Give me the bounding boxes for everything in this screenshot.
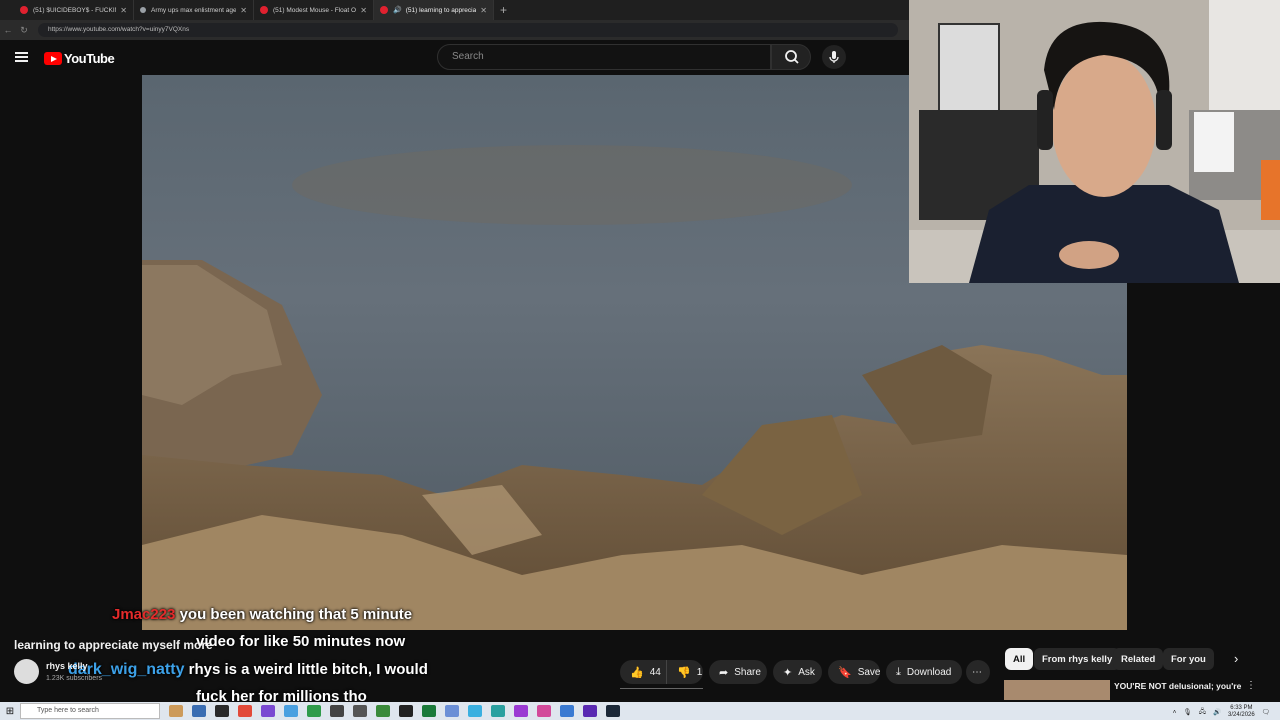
- close-tab-icon[interactable]: ✕: [240, 6, 247, 15]
- youtube-favicon-icon: [380, 6, 388, 14]
- taskbar-app-icon[interactable]: [238, 705, 252, 717]
- close-tab-icon[interactable]: ✕: [120, 6, 127, 15]
- search-button[interactable]: [771, 44, 811, 70]
- browser-tab-active[interactable]: 🔊(51) learning to appreciate m✕: [374, 0, 494, 20]
- new-tab-icon[interactable]: +: [500, 3, 507, 17]
- like-icon: 👍: [630, 666, 644, 679]
- video-title: learning to appreciate myself more: [14, 638, 213, 652]
- browser-tab[interactable]: (51) Modest Mouse - Float On (Of✕: [254, 0, 374, 20]
- taskbar-app-icon[interactable]: [169, 705, 183, 717]
- chat-message-continued: video for like 50 minutes now: [196, 633, 406, 650]
- taskbar-app-icon[interactable]: [560, 705, 574, 717]
- address-bar-row: ← ↻ https://www.youtube.com/watch?v=uiny…: [0, 20, 910, 40]
- clock[interactable]: 6:33 PM 3/24/2026: [1228, 705, 1255, 719]
- chevron-right-icon[interactable]: ›: [1234, 651, 1238, 666]
- channel-name[interactable]: rhys kelly: [46, 661, 88, 671]
- download-icon: ⤓: [896, 665, 901, 678]
- ask-icon: ✦: [783, 666, 793, 679]
- taskbar-app-icon[interactable]: [376, 705, 390, 717]
- share-icon: ➦: [719, 666, 729, 679]
- taskbar-app-icon[interactable]: [307, 705, 321, 717]
- page-favicon-icon: [140, 7, 146, 13]
- browser-tab-strip: (51) $UICIDEBOY$ - FUCKING YOU✕ Army ups…: [0, 0, 910, 20]
- webcam-overlay: [909, 0, 1280, 283]
- like-ratio-bar: [620, 688, 703, 689]
- taskbar-app-icon[interactable]: [215, 705, 229, 717]
- taskbar-app-icon[interactable]: [422, 705, 436, 717]
- youtube-logo[interactable]: YouTube: [44, 51, 115, 66]
- like-button[interactable]: 👍 44: [620, 660, 666, 684]
- search-input[interactable]: Search: [437, 44, 771, 70]
- youtube-logo-icon: [44, 52, 62, 65]
- speaker-icon: 🔊: [393, 7, 402, 14]
- download-button[interactable]: ⤓ Download: [886, 660, 962, 684]
- search-icon: [785, 50, 799, 64]
- taskbar-app-icon[interactable]: [284, 705, 298, 717]
- taskbar-app-icon[interactable]: [192, 705, 206, 717]
- windows-taskbar: ⊞ Type here to search ˄ 🎙 🖧 🔊 6:33 PM 3/…: [0, 702, 1280, 720]
- taskbar-app-icon[interactable]: [353, 705, 367, 717]
- dislike-icon: 👎: [677, 666, 691, 679]
- notification-icon[interactable]: 🗨: [1262, 708, 1270, 716]
- taskbar-app-icon[interactable]: [537, 705, 551, 717]
- chip-for-you[interactable]: For you: [1163, 648, 1214, 670]
- dislike-button[interactable]: 👎 1: [666, 660, 703, 684]
- microphone-icon[interactable]: 🎙: [1183, 708, 1191, 716]
- reload-icon[interactable]: ↻: [16, 25, 32, 36]
- close-tab-icon[interactable]: ✕: [480, 6, 487, 15]
- subscriber-count: 1.23K subscribers: [46, 675, 103, 682]
- taskbar-app-icon[interactable]: [399, 705, 413, 717]
- url-field[interactable]: https://www.youtube.com/watch?v=uinyy7VQ…: [38, 23, 898, 37]
- taskbar-app-icon[interactable]: [445, 705, 459, 717]
- taskbar-search-input[interactable]: Type here to search: [20, 703, 160, 719]
- close-tab-icon[interactable]: ✕: [360, 6, 367, 15]
- more-actions-button[interactable]: ⋯: [966, 660, 990, 684]
- chat-message: dark_wig_natty rhys is a weird little bi…: [68, 661, 428, 678]
- browser-tab[interactable]: Army ups max enlistment age to 4✕: [134, 0, 254, 20]
- youtube-favicon-icon: [260, 6, 268, 14]
- network-icon[interactable]: 🖧: [1199, 707, 1206, 718]
- system-tray: ˄ 🎙 🖧 🔊 6:33 PM 3/24/2026 🗨: [1173, 705, 1270, 719]
- taskbar-app-icon[interactable]: [330, 705, 344, 717]
- suggested-video-thumbnail[interactable]: [1004, 680, 1110, 700]
- taskbar-app-icon[interactable]: [583, 705, 597, 717]
- save-button[interactable]: 🔖 Save: [828, 660, 881, 684]
- chip-from-channel[interactable]: From rhys kelly: [1034, 648, 1121, 670]
- chip-all[interactable]: All: [1005, 648, 1034, 670]
- voice-search-button[interactable]: [822, 45, 846, 69]
- taskbar-app-icon[interactable]: [261, 705, 275, 717]
- windows-start-icon[interactable]: ⊞: [0, 706, 20, 717]
- menu-icon[interactable]: [15, 52, 28, 62]
- save-icon: 🔖: [838, 666, 852, 679]
- chat-message: Jmac223 you been watching that 5 minute: [112, 606, 413, 623]
- browser-tab[interactable]: (51) $UICIDEBOY$ - FUCKING YOU✕: [14, 0, 134, 20]
- taskbar-app-icon[interactable]: [491, 705, 505, 717]
- taskbar-app-icon[interactable]: [514, 705, 528, 717]
- taskbar-app-icon[interactable]: [606, 705, 620, 717]
- suggested-video-title[interactable]: YOU'RE NOT delusional; you're prophetic: [1114, 681, 1244, 691]
- share-button[interactable]: ➦ Share: [709, 660, 767, 684]
- youtube-favicon-icon: [20, 6, 28, 14]
- chip-related[interactable]: Related: [1113, 648, 1164, 670]
- volume-icon[interactable]: 🔊: [1213, 708, 1221, 716]
- mic-icon: [829, 51, 839, 63]
- kebab-menu-icon[interactable]: ⋮: [1246, 680, 1256, 691]
- channel-avatar[interactable]: [14, 659, 39, 684]
- ask-button[interactable]: ✦ Ask: [773, 660, 822, 684]
- back-icon[interactable]: ←: [0, 25, 16, 35]
- taskbar-app-icon[interactable]: [468, 705, 482, 717]
- chevron-up-icon[interactable]: ˄: [1173, 709, 1177, 716]
- more-icon: ⋯: [972, 666, 982, 678]
